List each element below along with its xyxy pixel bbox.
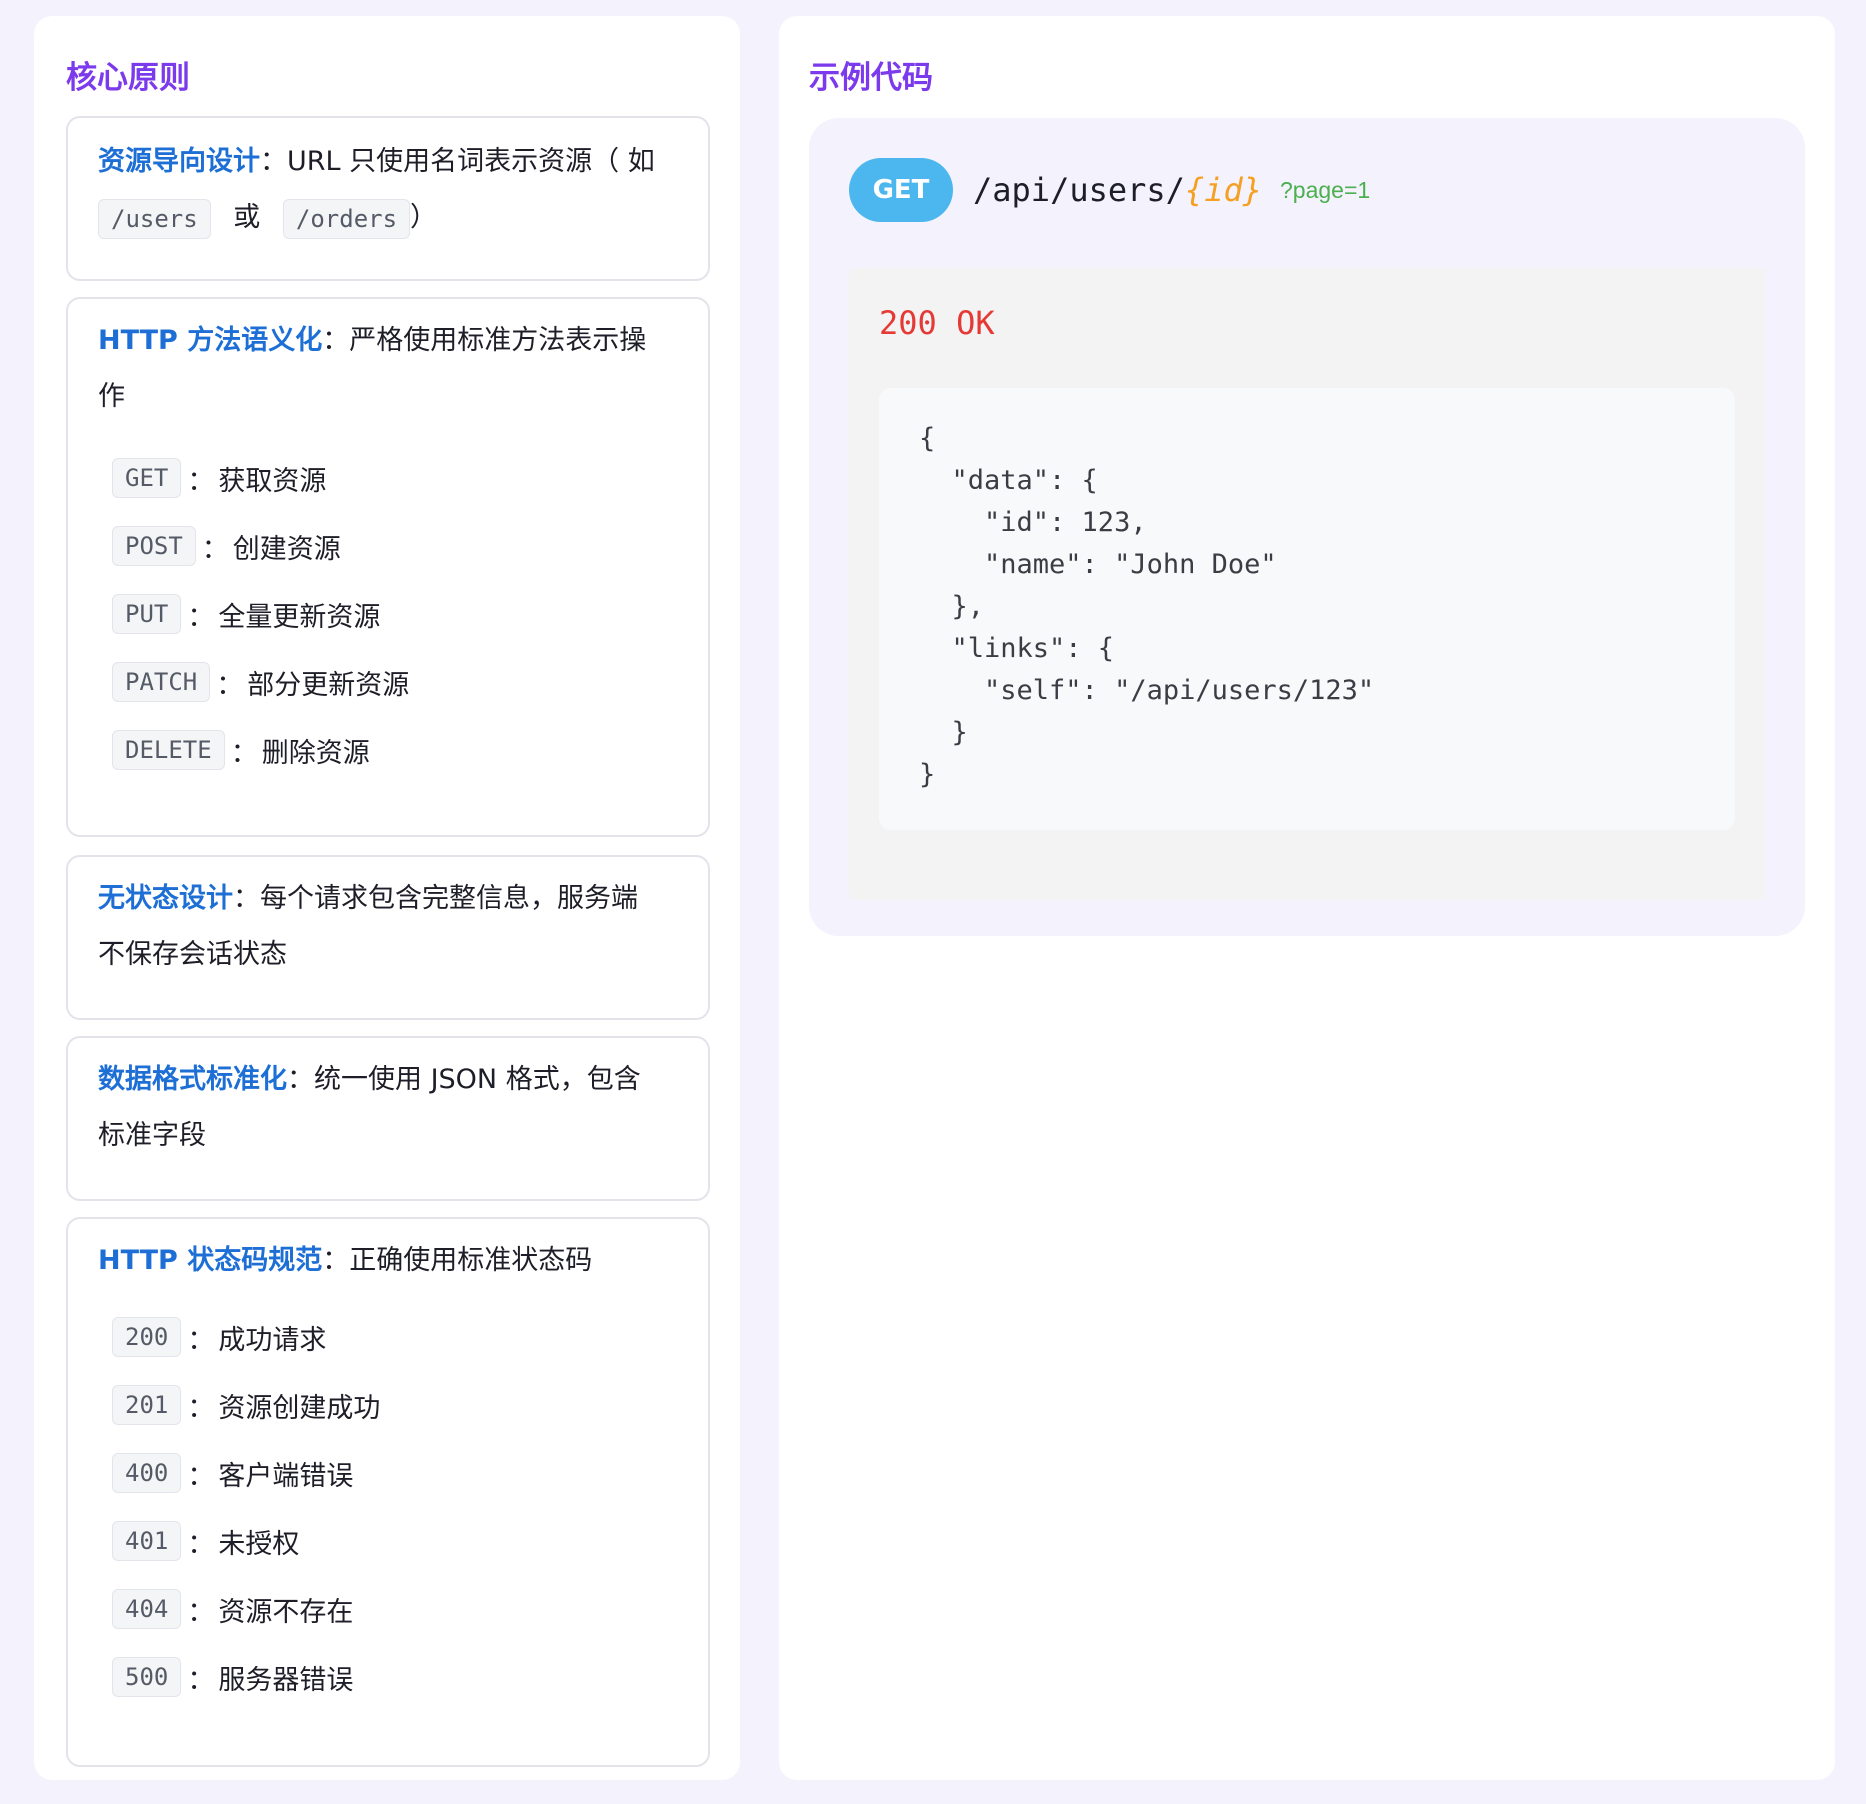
list-item: 200：成功请求 [112,1303,688,1371]
response-status: 200 OK [879,304,995,342]
term-resource-oriented: 资源导向设计 [98,146,260,177]
list-item: PUT：全量更新资源 [112,580,688,648]
colon: ： [187,1324,215,1356]
status-chip: 404 [112,1589,182,1629]
http-methods-desc-line2: 作 [98,381,125,412]
card-http-methods-text: HTTP 方法语义化：严格使用标准方法表示操 作 [98,313,674,425]
card-data-format-text: 数据格式标准化：统一使用 JSON 格式，包含 标准字段 [98,1052,674,1164]
example-title: 示例代码 [809,60,933,96]
card-resource-oriented: 资源导向设计：URL 只使用名词表示资源（ 如 /users 或 /orders… [66,116,710,281]
response-json: { "data": { "id": 123, "name": "John Doe… [919,423,1375,790]
list-item: 500：服务器错误 [112,1643,688,1711]
card-status-codes: HTTP 状态码规范：正确使用标准状态码 200：成功请求 201：资源创建成功… [66,1217,710,1767]
card-status-codes-text: HTTP 状态码规范：正确使用标准状态码 [98,1233,674,1289]
http-method-badge: GET [849,158,953,222]
status-chip: 401 [112,1521,182,1561]
close-paren: ） [410,202,438,233]
method-desc: 全量更新资源 [218,601,381,633]
method-chip: GET [112,458,182,498]
status-desc: 资源不存在 [218,1596,354,1628]
list-item: POST：创建资源 [112,512,688,580]
response-block: 200 OK { "data": { "id": 123, "name": "J… [849,268,1765,900]
method-chip: PUT [112,594,182,634]
term-http-methods: HTTP 方法语义化 [98,325,323,356]
http-methods-desc-line1: ：严格使用标准方法表示操 [322,325,647,356]
status-chip: 200 [112,1317,182,1357]
url-param: {id} [1184,171,1262,209]
stateless-desc-line2: 不保存会话状态 [98,939,287,970]
colon: ： [187,465,215,497]
card-data-format: 数据格式标准化：统一使用 JSON 格式，包含 标准字段 [66,1036,710,1201]
list-item: GET：获取资源 [112,444,688,512]
response-body: { "data": { "id": 123, "name": "John Doe… [879,388,1735,830]
code-chip-orders: /orders [282,198,411,239]
status-desc: 未授权 [218,1528,300,1560]
colon: ： [201,533,229,565]
list-item: 404：资源不存在 [112,1575,688,1643]
method-chip: PATCH [112,662,211,702]
url-path: /api/users/ [973,171,1185,209]
list-item: DELETE：删除资源 [112,716,688,784]
list-item: 400：客户端错误 [112,1439,688,1507]
colon: ： [187,1528,215,1560]
colon: ： [216,669,244,701]
method-desc: 部分更新资源 [247,669,410,701]
status-desc: 成功请求 [218,1324,327,1356]
card-resource-oriented-text: 资源导向设计：URL 只使用名词表示资源（ 如 /users 或 /orders… [98,134,674,246]
status-codes-desc: ：正确使用标准状态码 [322,1245,593,1276]
colon: ： [230,737,258,769]
endpoint-url: /api/users/{id} ?page=1 [973,170,1370,210]
http-method-list: GET：获取资源 POST：创建资源 PUT：全量更新资源 PATCH：部分更新… [112,444,688,784]
api-example: GET /api/users/{id} ?page=1 200 OK { "dat… [809,118,1805,936]
list-item: PATCH：部分更新资源 [112,648,688,716]
status-code-list: 200：成功请求 201：资源创建成功 400：客户端错误 401：未授权 40… [112,1303,688,1711]
colon: ： [187,601,215,633]
status-desc: 服务器错误 [218,1664,354,1696]
principles-panel: 核心原则 资源导向设计：URL 只使用名词表示资源（ 如 /users 或 /o… [34,16,740,1780]
code-chip-users: /users [98,198,211,239]
principles-title: 核心原则 [66,60,190,96]
list-item: 201：资源创建成功 [112,1371,688,1439]
resource-oriented-desc: ：URL 只使用名词表示资源（ 如 [260,146,655,177]
stateless-desc-line1: ：每个请求包含完整信息，服务端 [233,883,638,914]
url-query: ?page=1 [1279,177,1371,203]
term-data-format: 数据格式标准化 [98,1064,287,1095]
colon: ： [187,1460,215,1492]
status-desc: 客户端错误 [218,1460,354,1492]
method-desc: 删除资源 [261,737,370,769]
card-stateless: 无状态设计：每个请求包含完整信息，服务端 不保存会话状态 [66,855,710,1020]
example-panel: 示例代码 GET /api/users/{id} ?page=1 200 OK {… [779,16,1835,1780]
status-desc: 资源创建成功 [218,1392,381,1424]
or-word: 或 [233,202,261,233]
data-format-desc-line2: 标准字段 [98,1120,206,1151]
status-chip: 400 [112,1453,182,1493]
data-format-desc-line1: ：统一使用 JSON 格式，包含 [287,1064,641,1095]
method-chip: DELETE [112,730,225,770]
status-chip: 500 [112,1657,182,1697]
method-desc: 创建资源 [232,533,341,565]
colon: ： [187,1664,215,1696]
term-stateless: 无状态设计 [98,883,233,914]
colon: ： [187,1596,215,1628]
card-stateless-text: 无状态设计：每个请求包含完整信息，服务端 不保存会话状态 [98,871,674,983]
term-status-codes: HTTP 状态码规范 [98,1245,323,1276]
method-desc: 获取资源 [218,465,327,497]
list-item: 401：未授权 [112,1507,688,1575]
status-chip: 201 [112,1385,182,1425]
method-chip: POST [112,526,196,566]
colon: ： [187,1392,215,1424]
card-http-methods: HTTP 方法语义化：严格使用标准方法表示操 作 GET：获取资源 POST：创… [66,297,710,837]
